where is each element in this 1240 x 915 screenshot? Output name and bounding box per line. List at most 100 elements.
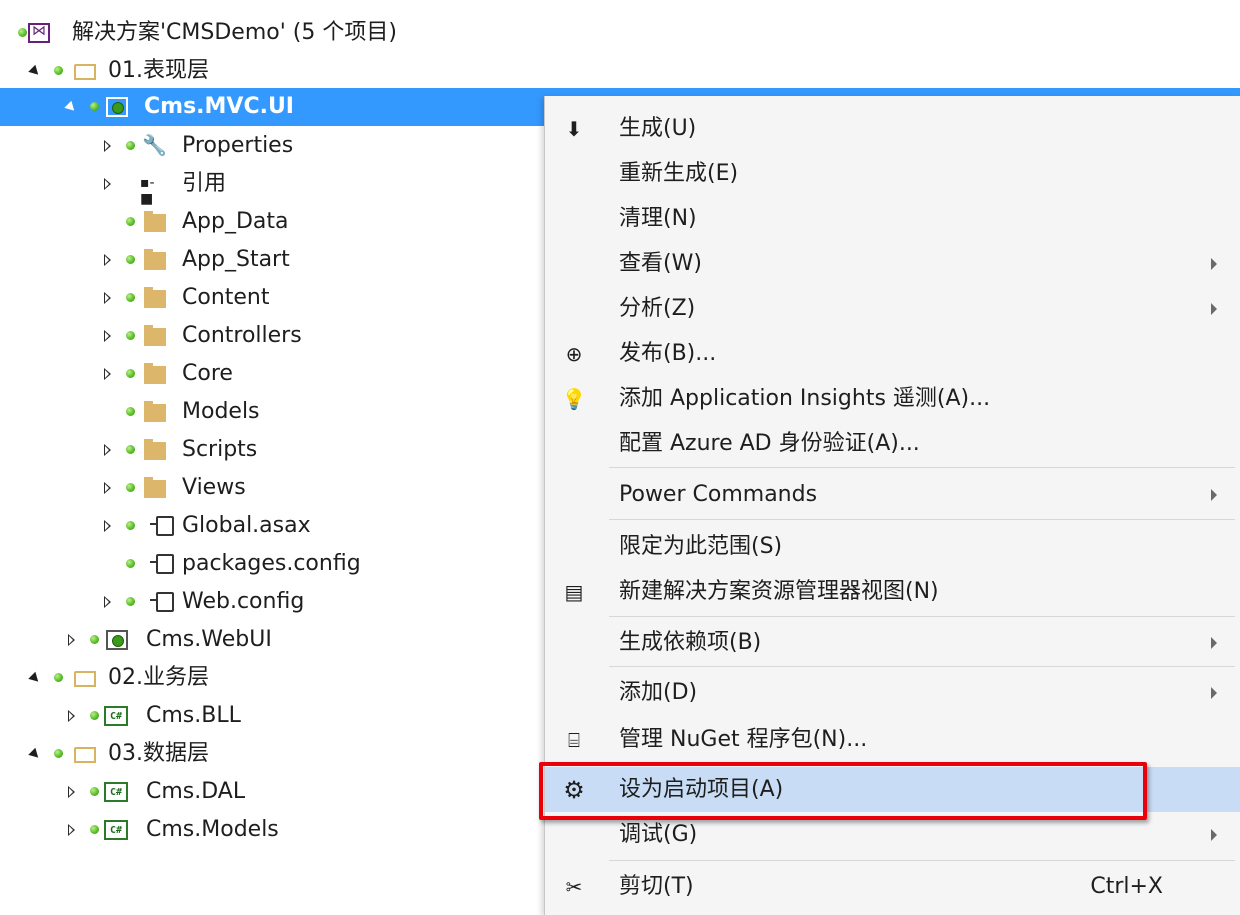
collapsed-arrow-icon[interactable]	[100, 279, 114, 317]
status-dot	[126, 521, 135, 530]
folder-icon	[144, 287, 166, 308]
collapsed-arrow-icon[interactable]	[64, 621, 78, 659]
menu-item-app-insights[interactable]: 💡 添加 Application Insights 遥测(A)...	[545, 376, 1240, 421]
menu-item-label: 生成依赖项(B)	[619, 630, 762, 655]
item-label: Models	[182, 399, 260, 424]
nuget-icon: ⌸	[568, 728, 580, 752]
config-file-icon	[150, 554, 174, 574]
collapsed-arrow-icon[interactable]	[100, 469, 114, 507]
folder-open-icon	[74, 747, 96, 763]
menu-item-label: 分析(Z)	[619, 296, 696, 321]
menu-item-label: 新建解决方案资源管理器视图(N)	[619, 579, 939, 604]
expand-arrow-icon[interactable]	[28, 735, 42, 773]
tree-node-solution[interactable]: 解决方案'CMSDemo' (5 个项目)	[0, 14, 1240, 52]
menu-item-view[interactable]: 查看(W)	[545, 241, 1240, 286]
menu-item-publish[interactable]: ⊕ 发布(B)...	[545, 331, 1240, 376]
collapsed-arrow-icon[interactable]	[100, 165, 114, 203]
menu-item-clean[interactable]: 清理(N)	[545, 196, 1240, 241]
collapsed-arrow-icon[interactable]	[100, 127, 114, 165]
project-label: Cms.BLL	[146, 703, 241, 728]
expand-arrow-icon[interactable]	[28, 659, 42, 697]
menu-item-build-dependencies[interactable]: 生成依赖项(B)	[545, 620, 1240, 665]
global-asax-file-icon	[150, 516, 174, 536]
status-dot	[90, 102, 99, 111]
project-label: Cms.WebUI	[146, 627, 272, 652]
csharp-project-icon: C#	[104, 820, 128, 840]
submenu-arrow-icon	[1211, 258, 1217, 270]
menu-item-nuget[interactable]: ⌸ 管理 NuGet 程序包(N)...	[545, 717, 1240, 762]
submenu-arrow-icon	[1211, 829, 1217, 841]
item-label: App_Data	[182, 209, 289, 234]
menu-item-azure-ad[interactable]: 配置 Azure AD 身份验证(A)...	[545, 421, 1240, 466]
folder-open-icon	[74, 64, 96, 80]
menu-item-rebuild[interactable]: 重新生成(E)	[545, 151, 1240, 196]
folder-icon	[144, 439, 166, 460]
folder3-label: 03.数据层	[108, 741, 209, 766]
folder1-label: 01.表现层	[108, 58, 209, 83]
collapsed-arrow-icon[interactable]	[64, 811, 78, 849]
menu-separator	[609, 519, 1235, 520]
csharp-project-icon: C#	[104, 782, 128, 802]
item-label: Scripts	[182, 437, 258, 462]
menu-separator	[609, 616, 1235, 617]
wrench-icon: 🔧	[142, 133, 167, 157]
shortcut-label: Ctrl+X	[1090, 874, 1163, 899]
menu-item-label: 发布(B)...	[619, 341, 717, 366]
expand-arrow-icon[interactable]	[64, 88, 78, 126]
collapsed-arrow-icon[interactable]	[64, 773, 78, 811]
tree-node-folder1[interactable]: 01.表现层	[0, 52, 1240, 90]
config-file-icon	[150, 592, 174, 612]
collapsed-arrow-icon[interactable]	[100, 431, 114, 469]
item-label: Global.asax	[182, 513, 311, 538]
item-label: Web.config	[182, 589, 305, 614]
web-project-icon	[106, 630, 128, 650]
menu-item-add[interactable]: 添加(D)	[545, 670, 1240, 715]
menu-item-power-commands[interactable]: Power Commands	[545, 472, 1240, 517]
menu-item-analyze[interactable]: 分析(Z)	[545, 286, 1240, 331]
folder-icon	[144, 211, 166, 232]
status-dot	[54, 66, 63, 75]
collapsed-arrow-icon[interactable]	[64, 697, 78, 735]
collapsed-arrow-icon[interactable]	[100, 583, 114, 621]
status-dot	[18, 28, 27, 37]
menu-item-cut[interactable]: ✂ 剪切(T) Ctrl+X	[545, 864, 1240, 909]
status-dot	[90, 635, 99, 644]
submenu-arrow-icon	[1211, 489, 1217, 501]
status-dot	[126, 483, 135, 492]
status-dot	[126, 331, 135, 340]
menu-separator	[609, 860, 1235, 861]
submenu-arrow-icon	[1211, 687, 1217, 699]
solution-label: 解决方案'CMSDemo' (5 个项目)	[72, 20, 397, 45]
expand-arrow-icon[interactable]	[28, 52, 42, 90]
folder-icon	[144, 401, 166, 422]
status-dot	[126, 293, 135, 302]
collapsed-arrow-icon[interactable]	[100, 317, 114, 355]
folder-icon	[144, 363, 166, 384]
scissors-icon: ✂	[565, 875, 583, 899]
submenu-arrow-icon	[1211, 303, 1217, 315]
menu-item-label: 添加 Application Insights 遥测(A)...	[619, 386, 991, 411]
collapsed-arrow-icon[interactable]	[100, 355, 114, 393]
menu-item-scope[interactable]: 限定为此范围(S)	[545, 524, 1240, 569]
highlight-callout-box	[539, 762, 1147, 820]
menu-item-label: Power Commands	[619, 482, 818, 507]
item-label: Core	[182, 361, 233, 386]
status-dot	[126, 597, 135, 606]
folder-icon	[144, 325, 166, 346]
status-dot	[90, 711, 99, 720]
menu-item-new-view[interactable]: ▤ 新建解决方案资源管理器视图(N)	[545, 569, 1240, 614]
new-view-icon: ▤	[564, 580, 584, 604]
menu-item-label: 重新生成(E)	[619, 161, 739, 186]
collapsed-arrow-icon[interactable]	[100, 507, 114, 545]
menu-item-label: 添加(D)	[619, 680, 698, 705]
status-dot	[126, 407, 135, 416]
menu-item-label: 配置 Azure AD 身份验证(A)...	[619, 431, 920, 456]
item-label: Views	[182, 475, 246, 500]
project-label: Cms.Models	[146, 817, 279, 842]
menu-item-label: 限定为此范围(S)	[619, 534, 783, 559]
menu-item-build[interactable]: ⬇ 生成(U)	[545, 106, 1240, 151]
collapsed-arrow-icon[interactable]	[100, 241, 114, 279]
status-dot	[126, 255, 135, 264]
folder-open-icon	[74, 671, 96, 687]
item-label: Properties	[182, 133, 294, 158]
